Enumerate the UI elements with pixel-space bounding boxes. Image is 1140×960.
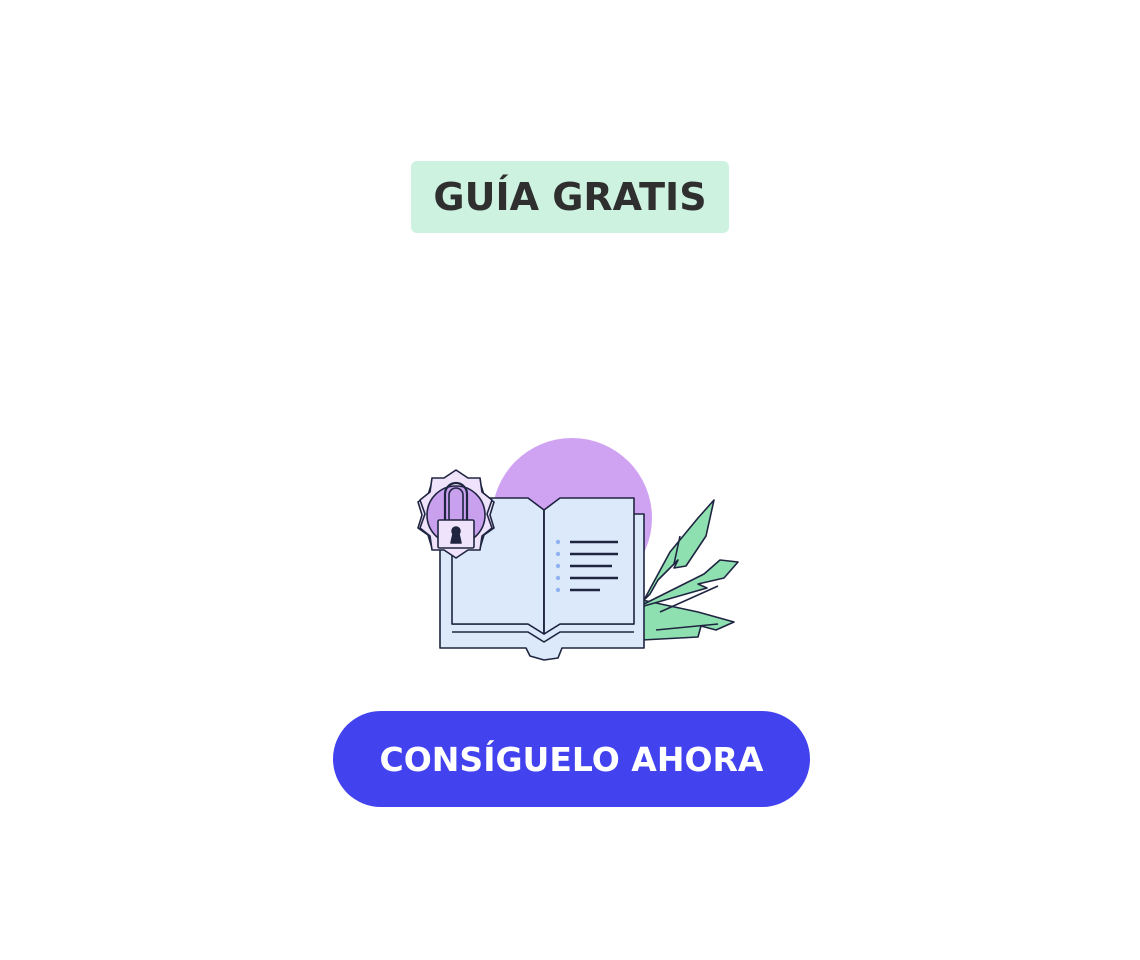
- get-it-now-button-label: CONSÍGUELO AHORA: [379, 739, 764, 779]
- security-guide-illustration: [398, 434, 742, 664]
- free-guide-badge: GUÍA GRATIS: [411, 161, 729, 233]
- free-guide-badge-label: GUÍA GRATIS: [433, 175, 707, 219]
- leaves-icon: [641, 499, 739, 641]
- get-it-now-button[interactable]: CONSÍGUELO AHORA: [333, 711, 810, 807]
